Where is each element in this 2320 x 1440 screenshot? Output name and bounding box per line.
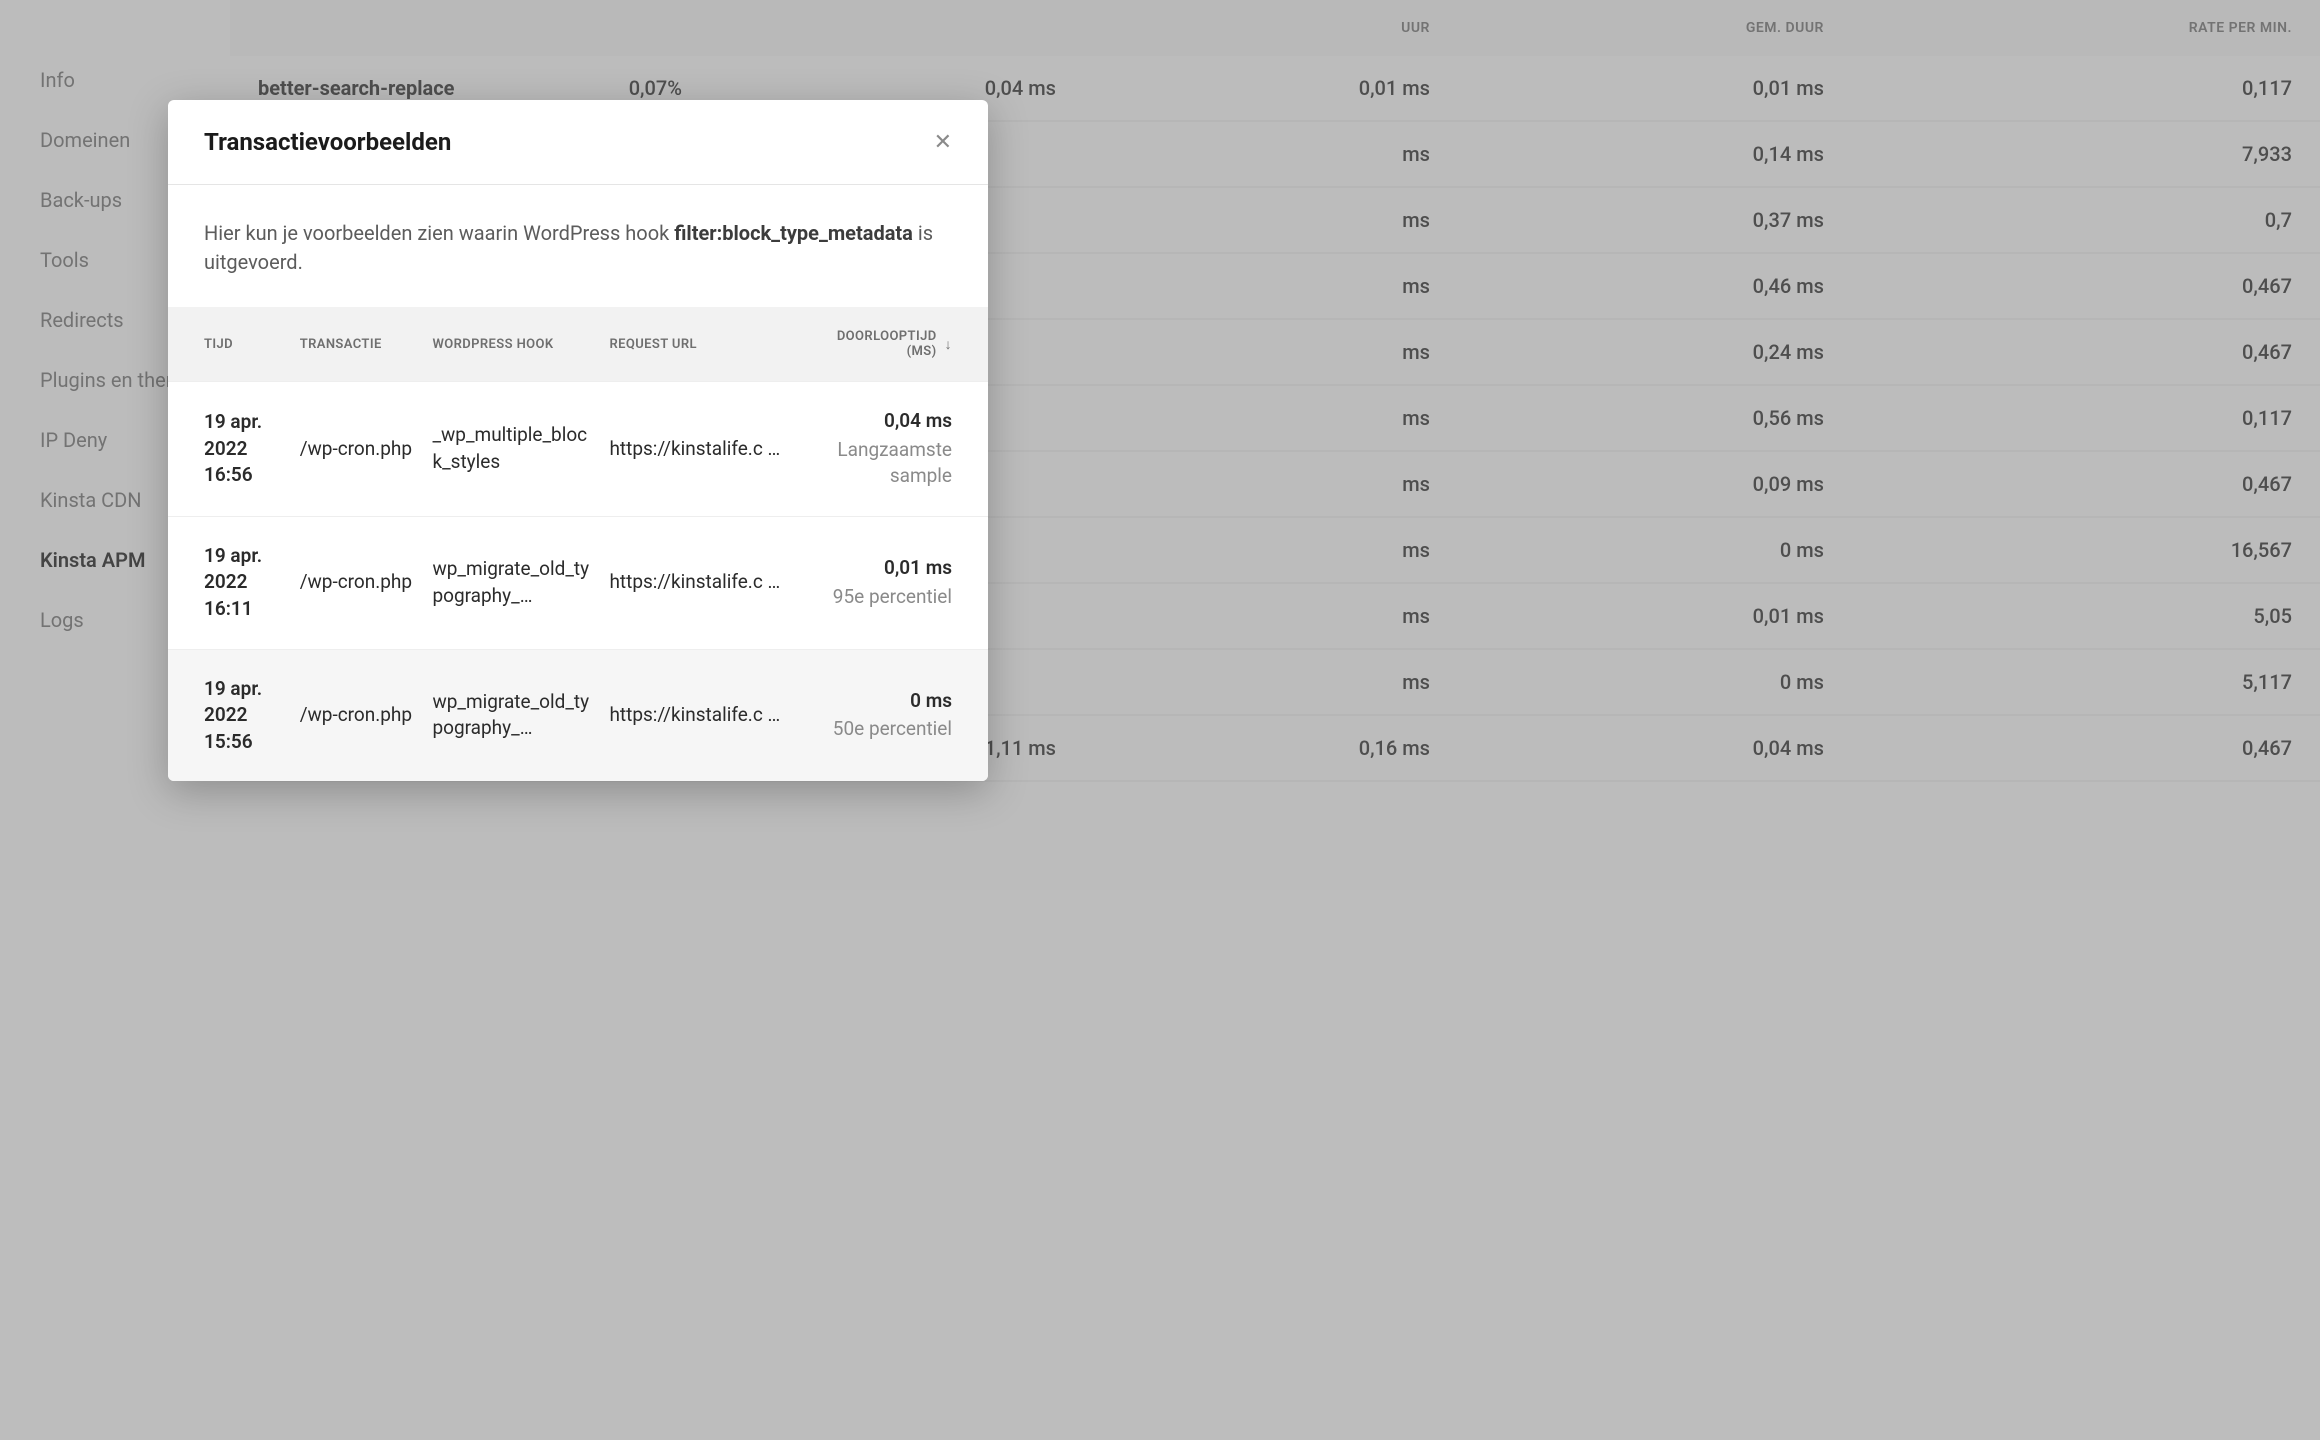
col-hook[interactable]: WORDPRESS HOOK bbox=[422, 307, 599, 382]
sample-row[interactable]: 19 apr. 2022 15:56/wp-cron.phpwp_migrate… bbox=[168, 649, 988, 781]
sample-duration: 0 ms50e percentiel bbox=[810, 649, 988, 781]
modal-description: Hier kun je voorbeelden zien waarin Word… bbox=[168, 185, 988, 307]
desc-hook-name: filter:block_type_metadata bbox=[674, 221, 913, 245]
duration-label: 95e percentiel bbox=[820, 584, 952, 611]
sample-url: https://kinstalife.c … bbox=[599, 382, 809, 517]
col-time[interactable]: TIJD bbox=[168, 307, 290, 382]
close-icon: ✕ bbox=[934, 129, 952, 154]
sample-hook: _wp_multiple_block_styles bbox=[422, 382, 599, 517]
sample-transaction: /wp-cron.php bbox=[290, 516, 423, 649]
transaction-samples-modal: Transactievoorbeelden ✕ Hier kun je voor… bbox=[168, 100, 988, 781]
sample-transaction: /wp-cron.php bbox=[290, 649, 423, 781]
sample-hook: wp_migrate_old_typography_… bbox=[422, 516, 599, 649]
modal-title: Transactievoorbeelden bbox=[204, 128, 451, 156]
sample-transaction: /wp-cron.php bbox=[290, 382, 423, 517]
col-duration-label: DOORLOOPTIJD (MS) bbox=[820, 329, 937, 359]
sample-duration: 0,01 ms95e percentiel bbox=[810, 516, 988, 649]
sample-url: https://kinstalife.c … bbox=[599, 516, 809, 649]
sample-time: 19 apr. 2022 16:11 bbox=[168, 516, 290, 649]
col-url[interactable]: REQUEST URL bbox=[599, 307, 809, 382]
sort-descending-icon: ↓ bbox=[945, 336, 952, 353]
modal-header: Transactievoorbeelden ✕ bbox=[168, 100, 988, 185]
close-button[interactable]: ✕ bbox=[934, 131, 952, 153]
samples-table: TIJD TRANSACTIE WORDPRESS HOOK REQUEST U… bbox=[168, 307, 988, 781]
sample-duration: 0,04 msLangzaamste sample bbox=[810, 382, 988, 517]
duration-value: 0 ms bbox=[820, 688, 952, 715]
sample-row[interactable]: 19 apr. 2022 16:56/wp-cron.php_wp_multip… bbox=[168, 382, 988, 517]
duration-value: 0,04 ms bbox=[820, 408, 952, 435]
modal-overlay[interactable]: Transactievoorbeelden ✕ Hier kun je voor… bbox=[0, 0, 2320, 1440]
samples-header-row: TIJD TRANSACTIE WORDPRESS HOOK REQUEST U… bbox=[168, 307, 988, 382]
sample-hook: wp_migrate_old_typography_… bbox=[422, 649, 599, 781]
duration-label: Langzaamste sample bbox=[820, 437, 952, 490]
sample-row[interactable]: 19 apr. 2022 16:11/wp-cron.phpwp_migrate… bbox=[168, 516, 988, 649]
col-duration[interactable]: DOORLOOPTIJD (MS) ↓ bbox=[810, 307, 988, 382]
sample-url: https://kinstalife.c … bbox=[599, 649, 809, 781]
sample-time: 19 apr. 2022 15:56 bbox=[168, 649, 290, 781]
sample-time: 19 apr. 2022 16:56 bbox=[168, 382, 290, 517]
duration-value: 0,01 ms bbox=[820, 555, 952, 582]
desc-text-pre: Hier kun je voorbeelden zien waarin Word… bbox=[204, 221, 674, 245]
col-transaction[interactable]: TRANSACTIE bbox=[290, 307, 423, 382]
duration-label: 50e percentiel bbox=[820, 716, 952, 743]
